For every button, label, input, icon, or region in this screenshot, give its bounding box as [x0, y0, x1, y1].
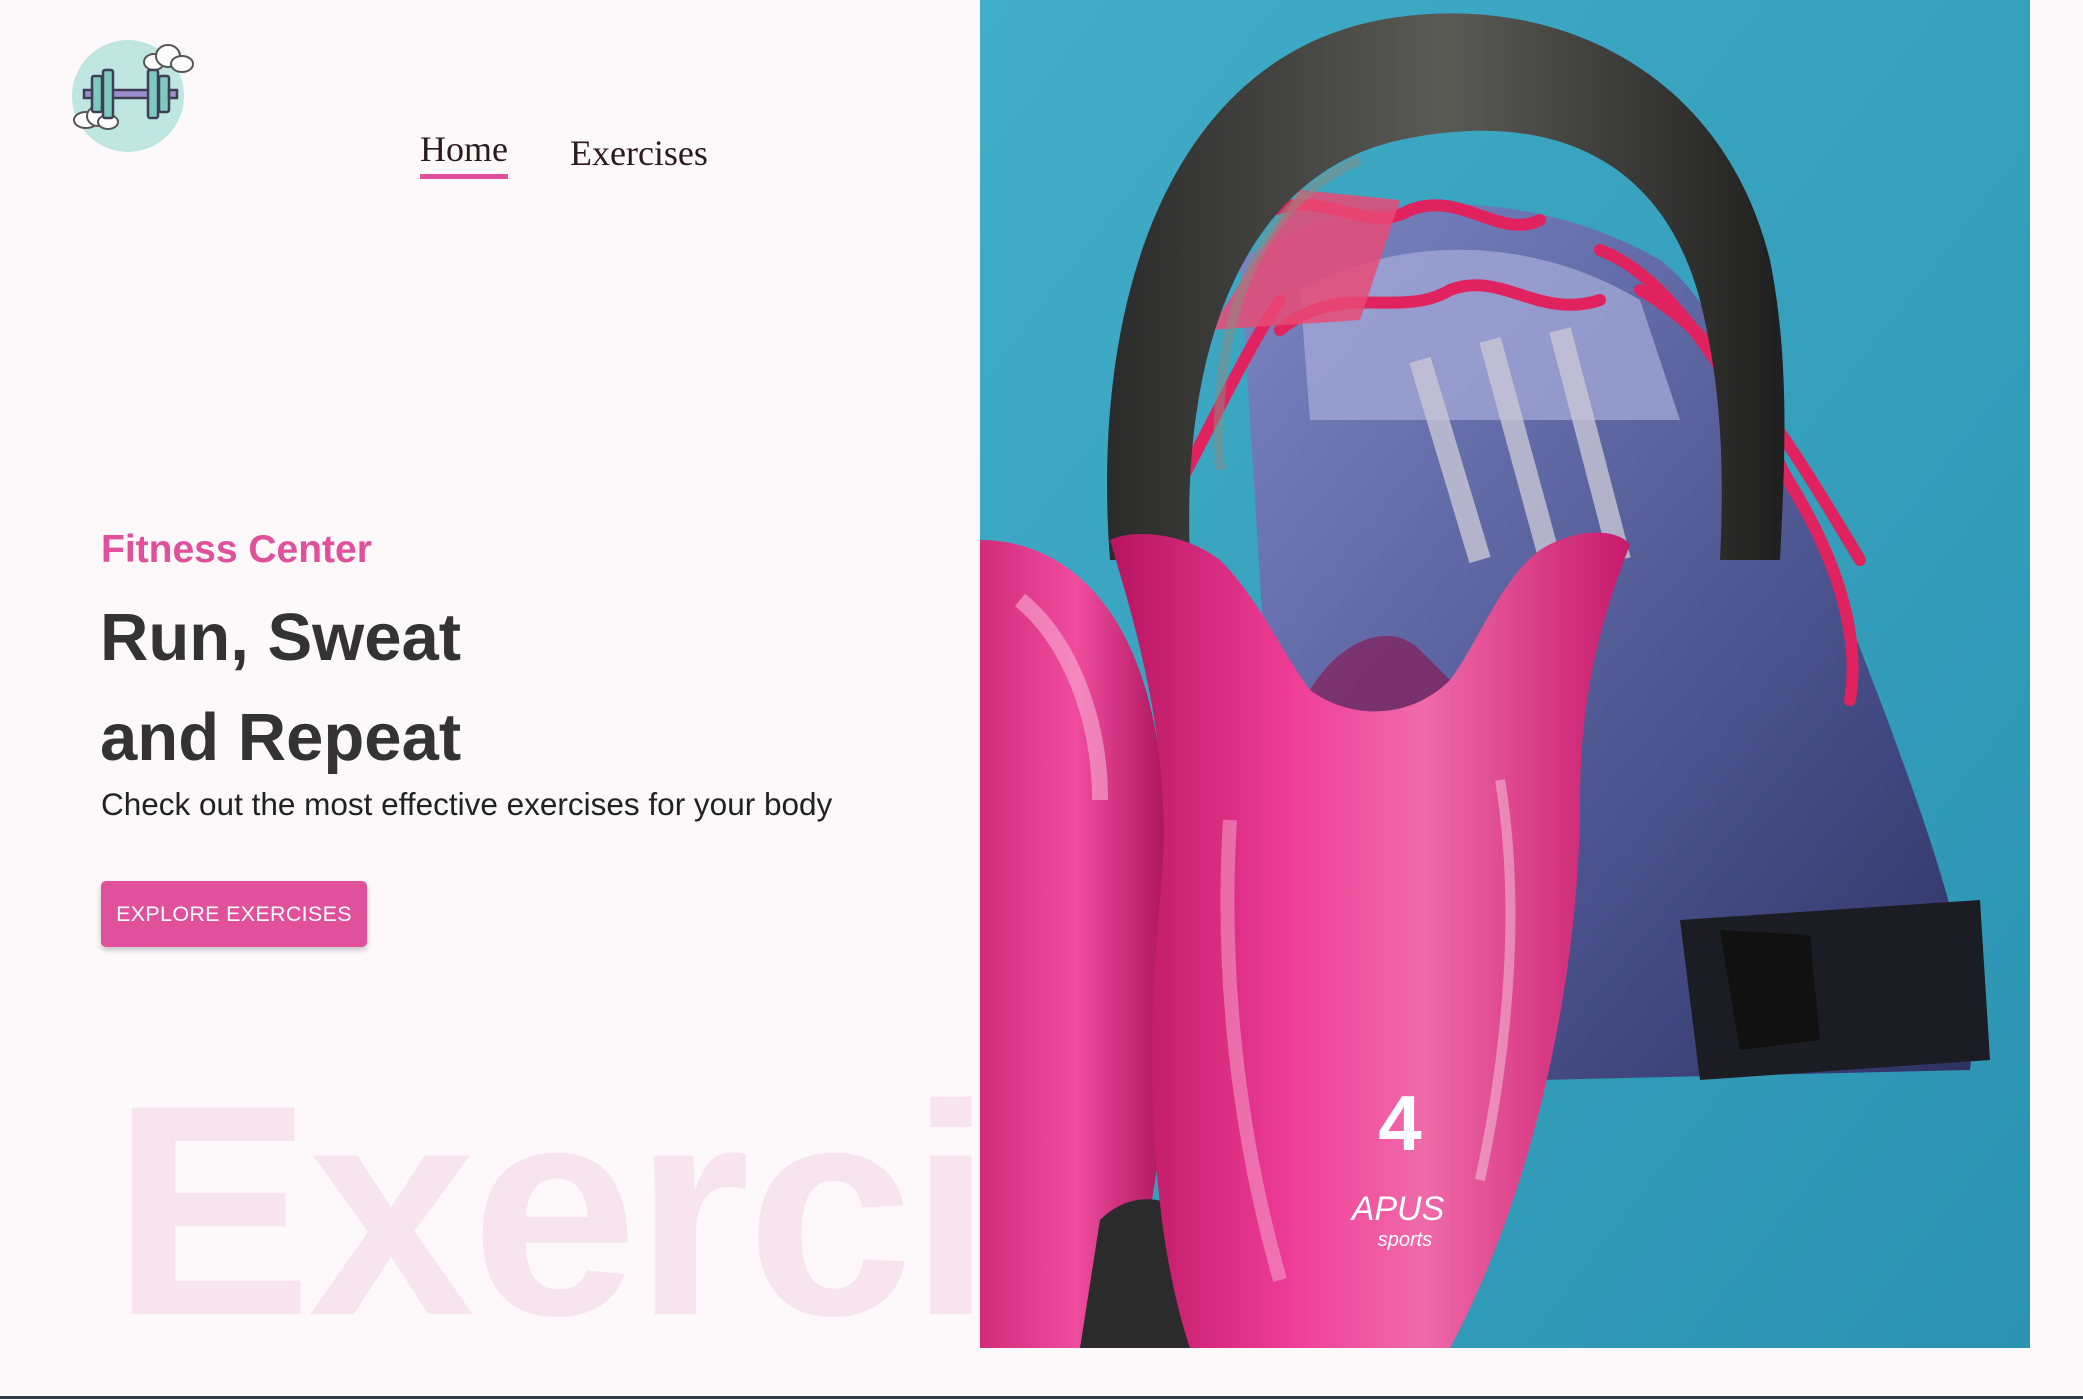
headline-line-1: Run, Sweat: [100, 600, 462, 675]
hero-kicker: Fitness Center: [101, 528, 372, 571]
gym-logo[interactable]: [66, 36, 198, 154]
kettlebell-brand: APUS: [1350, 1190, 1445, 1228]
hero-subtitle: Check out the most effective exercises f…: [101, 786, 833, 822]
nav-home-link[interactable]: Home: [420, 128, 508, 179]
kettlebell-brand-sub: sports: [1378, 1229, 1432, 1251]
hero-headline: Run, Sweat and Repeat: [100, 588, 461, 788]
home-page: Home Exercises Exercise Fitness Center R…: [0, 0, 2083, 1399]
nav-exercises-link[interactable]: Exercises: [570, 132, 708, 179]
explore-exercises-button[interactable]: EXPLORE EXERCISES: [101, 881, 367, 947]
hero-image-kettlebell: 4 APUS sports: [980, 0, 2030, 1348]
kettlebell-number: 4: [1378, 1079, 1421, 1167]
headline-line-2: and Repeat: [100, 700, 462, 775]
main-nav: Home Exercises: [420, 128, 708, 179]
